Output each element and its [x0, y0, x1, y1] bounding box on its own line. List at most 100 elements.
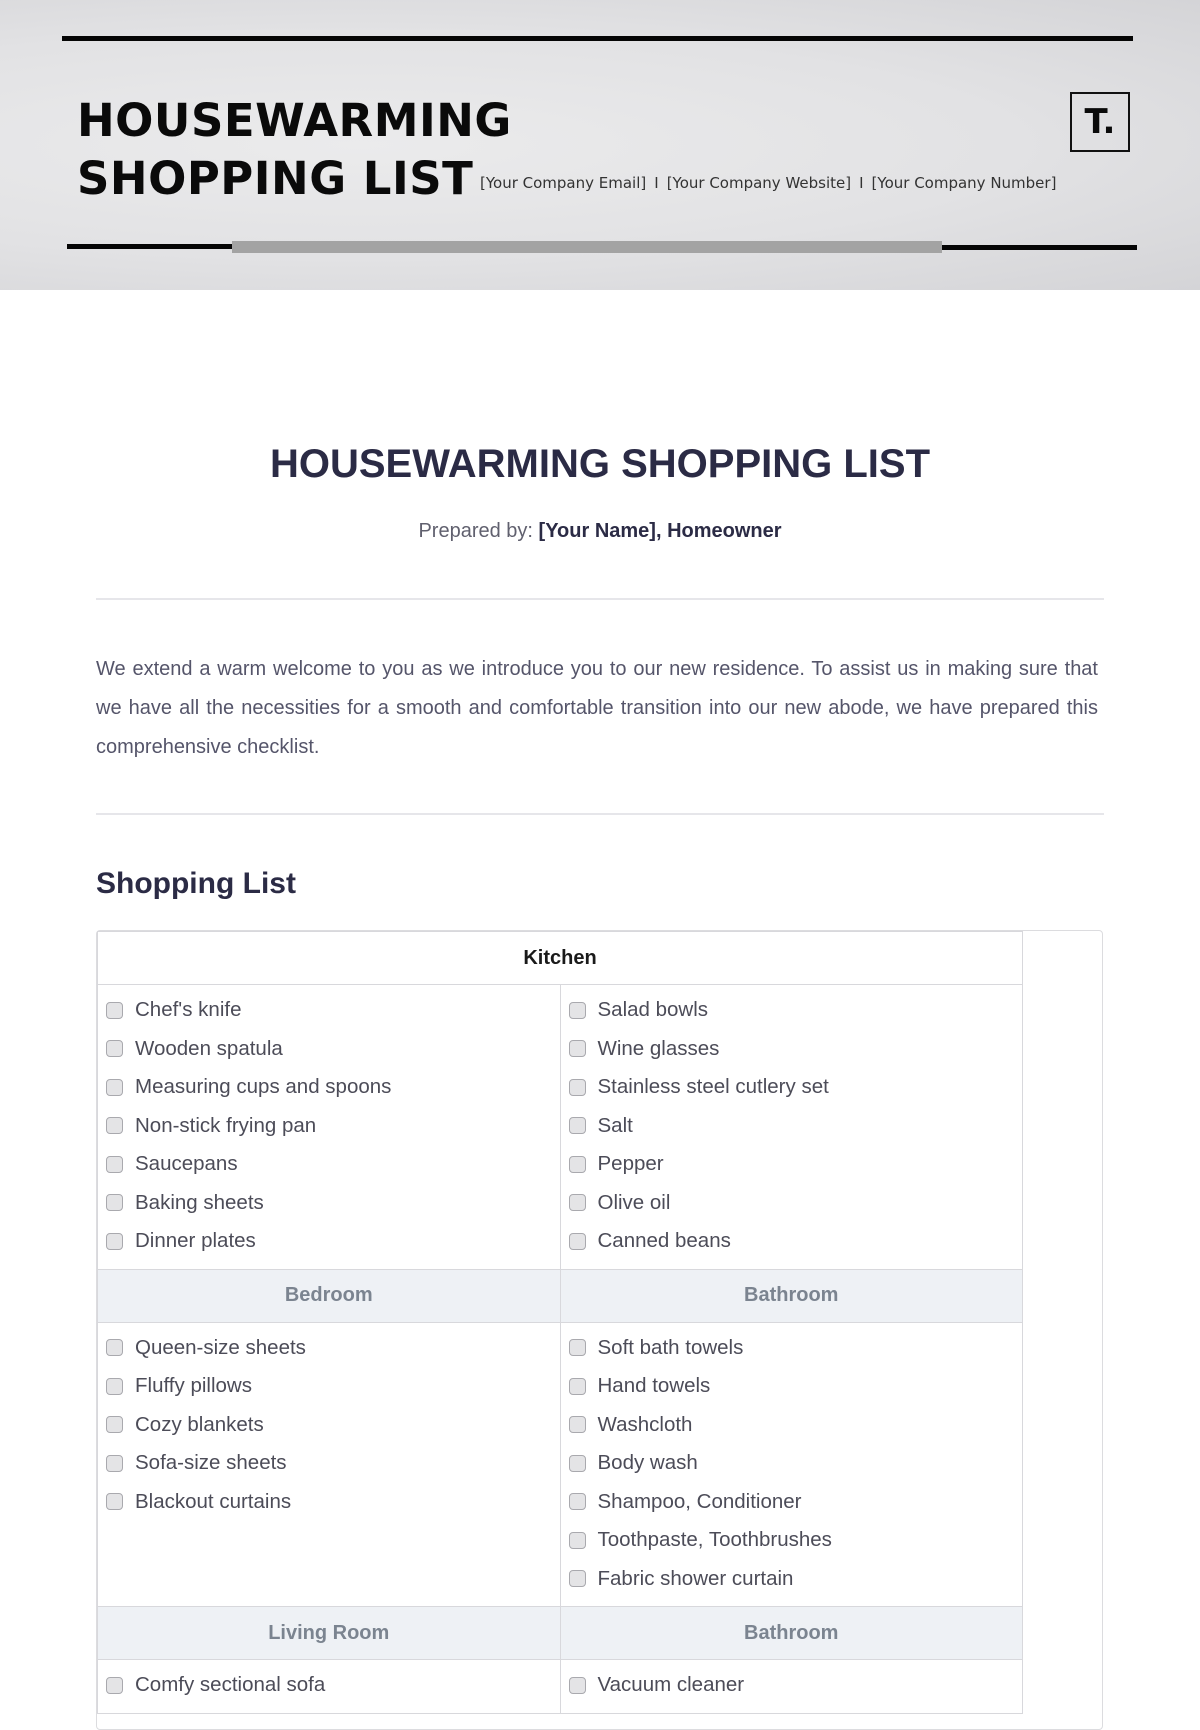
item-label: Salt	[597, 1113, 633, 1137]
item-label: Dinner plates	[135, 1229, 256, 1253]
checkbox[interactable]	[568, 1001, 586, 1019]
checklist-item[interactable]: Wine glasses	[568, 1030, 1023, 1069]
living-room-header: Living Room	[97, 1606, 561, 1660]
checklist-item[interactable]: Vacuum cleaner	[568, 1666, 1023, 1705]
top-rule	[62, 36, 1133, 41]
checkbox[interactable]	[568, 1339, 586, 1357]
bathroom-header-2: Bathroom	[559, 1606, 1023, 1660]
checklist-item[interactable]: Stainless steel cutlery set	[568, 1068, 1023, 1107]
checkbox[interactable]	[568, 1676, 586, 1694]
shopping-list-table: Kitchen Chef's knife Wooden spatula Measur…	[97, 931, 1023, 1714]
checklist-item[interactable]: Washcloth	[568, 1406, 1023, 1445]
checkbox[interactable]	[106, 1377, 123, 1395]
checkbox[interactable]	[568, 1117, 586, 1135]
item-label: Vacuum cleaner	[597, 1673, 745, 1697]
company-logo: T.	[1070, 92, 1130, 152]
checklist: Queen-size sheets Fluffy pillows Cozy blan…	[106, 1329, 560, 1522]
checklist-item[interactable]: Salt	[568, 1107, 1023, 1146]
checklist: Soft bath towels Hand towels Washcloth Body…	[568, 1329, 1023, 1599]
item-label: Measuring cups and spoons	[135, 1075, 392, 1099]
checklist-item[interactable]: Hand towels	[568, 1367, 1023, 1406]
checkbox[interactable]	[106, 1001, 123, 1019]
item-label: Blackout curtains	[135, 1489, 292, 1513]
checklist-item[interactable]: Dinner plates	[106, 1222, 560, 1261]
checkbox[interactable]	[568, 1454, 586, 1472]
checklist-item[interactable]: Baking sheets	[106, 1184, 560, 1223]
prepared-by: Prepared by: [Your Name], Homeowner	[0, 520, 1200, 543]
checkbox[interactable]	[568, 1155, 586, 1173]
checklist: Comfy sectional sofa	[106, 1666, 560, 1705]
item-label: Hand towels	[597, 1374, 711, 1398]
section-title: Shopping List	[96, 867, 296, 900]
checkbox[interactable]	[106, 1194, 123, 1212]
checkbox[interactable]	[106, 1339, 123, 1357]
checkbox[interactable]	[568, 1570, 586, 1588]
item-label: Olive oil	[597, 1190, 671, 1214]
bathroom-column-2: Vacuum cleaner	[559, 1659, 1023, 1714]
checklist-item[interactable]: Pepper	[568, 1145, 1023, 1184]
checklist-item[interactable]: Wooden spatula	[106, 1030, 560, 1069]
checklist-item[interactable]: Body wash	[568, 1444, 1023, 1483]
checkbox[interactable]	[568, 1416, 586, 1434]
bottom-rule-right	[942, 245, 1137, 250]
item-label: Salad bowls	[597, 998, 709, 1022]
checklist-item[interactable]: Queen-size sheets	[106, 1329, 560, 1368]
checkbox[interactable]	[568, 1040, 586, 1058]
checkbox[interactable]	[106, 1416, 123, 1434]
checkbox[interactable]	[568, 1377, 586, 1395]
checklist-item[interactable]: Canned beans	[568, 1222, 1023, 1261]
item-label: Sofa-size sheets	[135, 1451, 287, 1475]
checklist-item[interactable]: Olive oil	[568, 1184, 1023, 1223]
checklist-item[interactable]: Non-stick frying pan	[106, 1107, 560, 1146]
checkbox[interactable]	[106, 1676, 123, 1694]
banner-title-line1: HOUSEWARMING	[77, 94, 512, 147]
checkbox[interactable]	[106, 1078, 123, 1096]
item-label: Pepper	[597, 1152, 664, 1176]
checkbox[interactable]	[106, 1454, 123, 1472]
checkbox[interactable]	[106, 1155, 123, 1173]
checkbox[interactable]	[568, 1493, 586, 1511]
living-room-column: Comfy sectional sofa	[97, 1659, 561, 1714]
bathroom-column: Soft bath towels Hand towels Washcloth Body…	[559, 1321, 1023, 1607]
item-label: Shampoo, Conditioner	[597, 1489, 802, 1513]
checkbox[interactable]	[568, 1531, 586, 1549]
header-banner: HOUSEWARMING SHOPPING LIST [Your Company…	[0, 0, 1200, 290]
item-label: Soft bath towels	[597, 1335, 744, 1359]
item-label: Fabric shower curtain	[597, 1566, 794, 1590]
checklist-item[interactable]: Shampoo, Conditioner	[568, 1483, 1023, 1522]
checklist-item[interactable]: Chef's knife	[106, 991, 560, 1030]
checklist-item[interactable]: Salad bowls	[568, 991, 1023, 1030]
checkbox[interactable]	[106, 1232, 123, 1250]
prepared-label: Prepared by:	[418, 520, 533, 542]
checkbox[interactable]	[106, 1040, 123, 1058]
company-email: [Your Company Email]	[480, 174, 647, 192]
checklist-item[interactable]: Cozy blankets	[106, 1406, 560, 1445]
checklist-item[interactable]: Toothpaste, Toothbrushes	[568, 1521, 1023, 1560]
banner-title: HOUSEWARMING SHOPPING LIST	[77, 92, 512, 208]
checklist: Vacuum cleaner	[568, 1666, 1023, 1705]
company-number: [Your Company Number]	[871, 174, 1057, 192]
bedroom-header: Bedroom	[97, 1268, 561, 1323]
separator: I	[859, 174, 864, 192]
checklist-item[interactable]: Fluffy pillows	[106, 1367, 560, 1406]
item-label: Non-stick frying pan	[135, 1113, 317, 1137]
checkbox[interactable]	[568, 1078, 586, 1096]
item-label: Wine glasses	[597, 1036, 720, 1060]
company-website: [Your Company Website]	[666, 174, 852, 192]
checklist-item[interactable]: Fabric shower curtain	[568, 1560, 1023, 1599]
checklist-item[interactable]: Sofa-size sheets	[106, 1444, 560, 1483]
checkbox[interactable]	[568, 1232, 586, 1250]
company-contact: [Your Company Email] I [Your Company Websi…	[480, 174, 1056, 192]
checklist-item[interactable]: Soft bath towels	[568, 1329, 1023, 1368]
checkbox[interactable]	[106, 1493, 123, 1511]
checkbox[interactable]	[568, 1194, 586, 1212]
item-label: Toothpaste, Toothbrushes	[597, 1528, 832, 1552]
bottom-rule-middle	[232, 241, 942, 253]
checklist-item[interactable]: Saucepans	[106, 1145, 560, 1184]
checklist: Chef's knife Wooden spatula Measuring cups…	[106, 991, 560, 1261]
checklist-item[interactable]: Comfy sectional sofa	[106, 1666, 560, 1705]
checklist-item[interactable]: Measuring cups and spoons	[106, 1068, 560, 1107]
checkbox[interactable]	[106, 1117, 123, 1135]
checklist-item[interactable]: Blackout curtains	[106, 1483, 560, 1522]
item-label: Comfy sectional sofa	[135, 1673, 326, 1697]
